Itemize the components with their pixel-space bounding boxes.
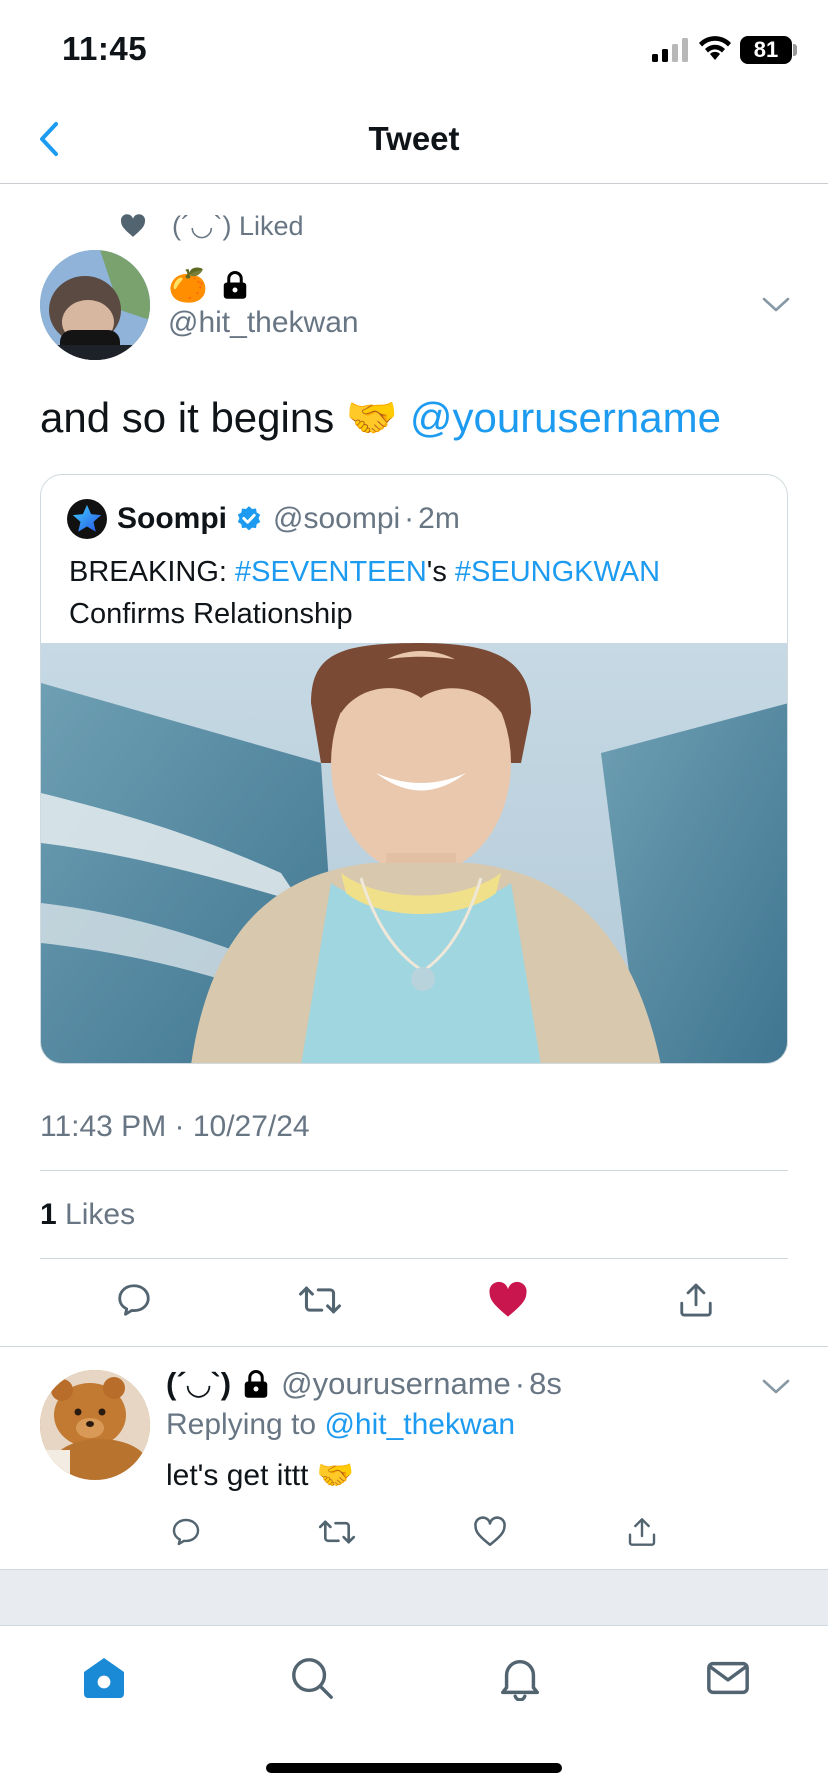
status-time: 11:45 (62, 30, 148, 67)
share-button[interactable] (676, 1278, 716, 1322)
quote-age: 2m (418, 502, 460, 535)
reply-author-name: (´◡`) (166, 1366, 232, 1401)
replying-to: Replying to @hit_thekwan (166, 1408, 515, 1442)
media-photo (41, 643, 787, 1063)
likes-label: Likes (65, 1198, 136, 1231)
like-button[interactable] (486, 1278, 530, 1322)
retweet-icon (318, 1520, 356, 1544)
star-icon (72, 504, 102, 532)
reply-icon (172, 1518, 200, 1546)
divider (40, 1258, 788, 1259)
quote-text-mid: 's (426, 556, 455, 588)
like-button[interactable] (472, 1514, 508, 1550)
author-badges: 🍊 (168, 266, 250, 304)
reply-avatar[interactable] (40, 1370, 150, 1480)
liked-context-label: (´◡`) Liked (172, 210, 304, 241)
quote-author-handle: @soompi (273, 502, 401, 535)
home-indicator (266, 1763, 562, 1773)
soompi-logo (67, 499, 107, 539)
reply-author-handle: @yourusername (281, 1366, 511, 1401)
mail-icon (707, 1661, 749, 1695)
bell-icon (501, 1659, 539, 1701)
wifi-icon (699, 36, 731, 60)
battery-indicator: 81 (740, 36, 792, 64)
reply-button[interactable] (168, 1514, 204, 1550)
tab-messages[interactable] (698, 1648, 758, 1708)
share-icon (680, 1283, 712, 1317)
battery-cap (793, 44, 797, 56)
tweet-body: and so it begins 🤝 (40, 394, 399, 441)
retweet-button[interactable] (298, 1278, 342, 1322)
tab-home[interactable] (74, 1648, 134, 1708)
mention-link[interactable]: @yourusername (410, 394, 721, 441)
heart-filled-icon (489, 1281, 527, 1317)
retweet-button[interactable] (318, 1514, 356, 1550)
author-handle[interactable]: @hit_thekwan (168, 306, 359, 340)
quote-text: BREAKING: #SEVENTEEN's #SEUNGKWAN Confir… (69, 551, 769, 635)
verified-badge-icon (237, 506, 261, 531)
reply-button[interactable] (114, 1278, 154, 1322)
quote-tweet-card[interactable]: Soompi @soompi · 2m BREAKING: #SEVENTEEN… (40, 474, 788, 1064)
tweet-actions (0, 1278, 828, 1328)
tweet-text: and so it begins 🤝 @yourusername (40, 394, 721, 443)
timeline-end-band (0, 1569, 828, 1625)
chevron-down-icon[interactable] (758, 1372, 794, 1400)
heart-icon (120, 214, 146, 237)
reply-header: (´◡`) @yourusername · 8s (166, 1366, 562, 1402)
reply-icon (118, 1284, 150, 1316)
reply-actions (0, 1514, 828, 1554)
retweet-icon (299, 1286, 341, 1314)
reply-age: 8s (529, 1366, 562, 1401)
hashtag-seventeen[interactable]: #SEVENTEEN (235, 556, 427, 588)
quote-header: Soompi @soompi · 2m (67, 499, 460, 539)
heart-outline-icon (474, 1516, 506, 1547)
reply-separator: · (514, 1366, 526, 1401)
replying-to-label: Replying to (166, 1408, 325, 1441)
status-bar: 11:45 81 (0, 0, 828, 96)
home-icon (84, 1658, 124, 1698)
lock-icon (244, 1370, 268, 1398)
tab-notifications[interactable] (490, 1648, 550, 1708)
lock-icon (223, 271, 247, 299)
page-title: Tweet (368, 120, 460, 157)
likes-row[interactable]: 1 Likes (40, 1198, 135, 1232)
likes-count: 1 (40, 1198, 57, 1231)
author-avatar[interactable] (40, 250, 150, 360)
quote-text-prefix: BREAKING: (69, 556, 235, 588)
tweet-timestamp: 11:43 PM · 10/27/24 (40, 1110, 310, 1143)
bear-avatar (40, 1370, 150, 1480)
nav-header: Tweet (0, 96, 828, 184)
cellular-signal-icon (652, 38, 688, 62)
tab-search[interactable] (282, 1648, 342, 1708)
orange-emoji: 🍊 (168, 267, 208, 303)
avatar-photo (40, 250, 150, 360)
quote-author-name: Soompi (117, 502, 227, 535)
chevron-down-icon[interactable] (758, 290, 794, 318)
hashtag-seungkwan[interactable]: #SEUNGKWAN (455, 556, 660, 588)
quote-separator: · (404, 502, 415, 535)
liked-context: (´◡`) Liked (120, 208, 304, 244)
share-icon (628, 1518, 656, 1546)
reply-text: let's get ittt 🤝 (166, 1459, 355, 1492)
quote-text-suffix: Confirms Relationship (69, 598, 353, 630)
quote-media-image[interactable] (41, 643, 787, 1063)
share-button[interactable] (624, 1514, 660, 1550)
divider (0, 1346, 828, 1347)
search-icon (292, 1658, 333, 1699)
replying-to-handle[interactable]: @hit_thekwan (324, 1408, 515, 1441)
divider (40, 1170, 788, 1171)
